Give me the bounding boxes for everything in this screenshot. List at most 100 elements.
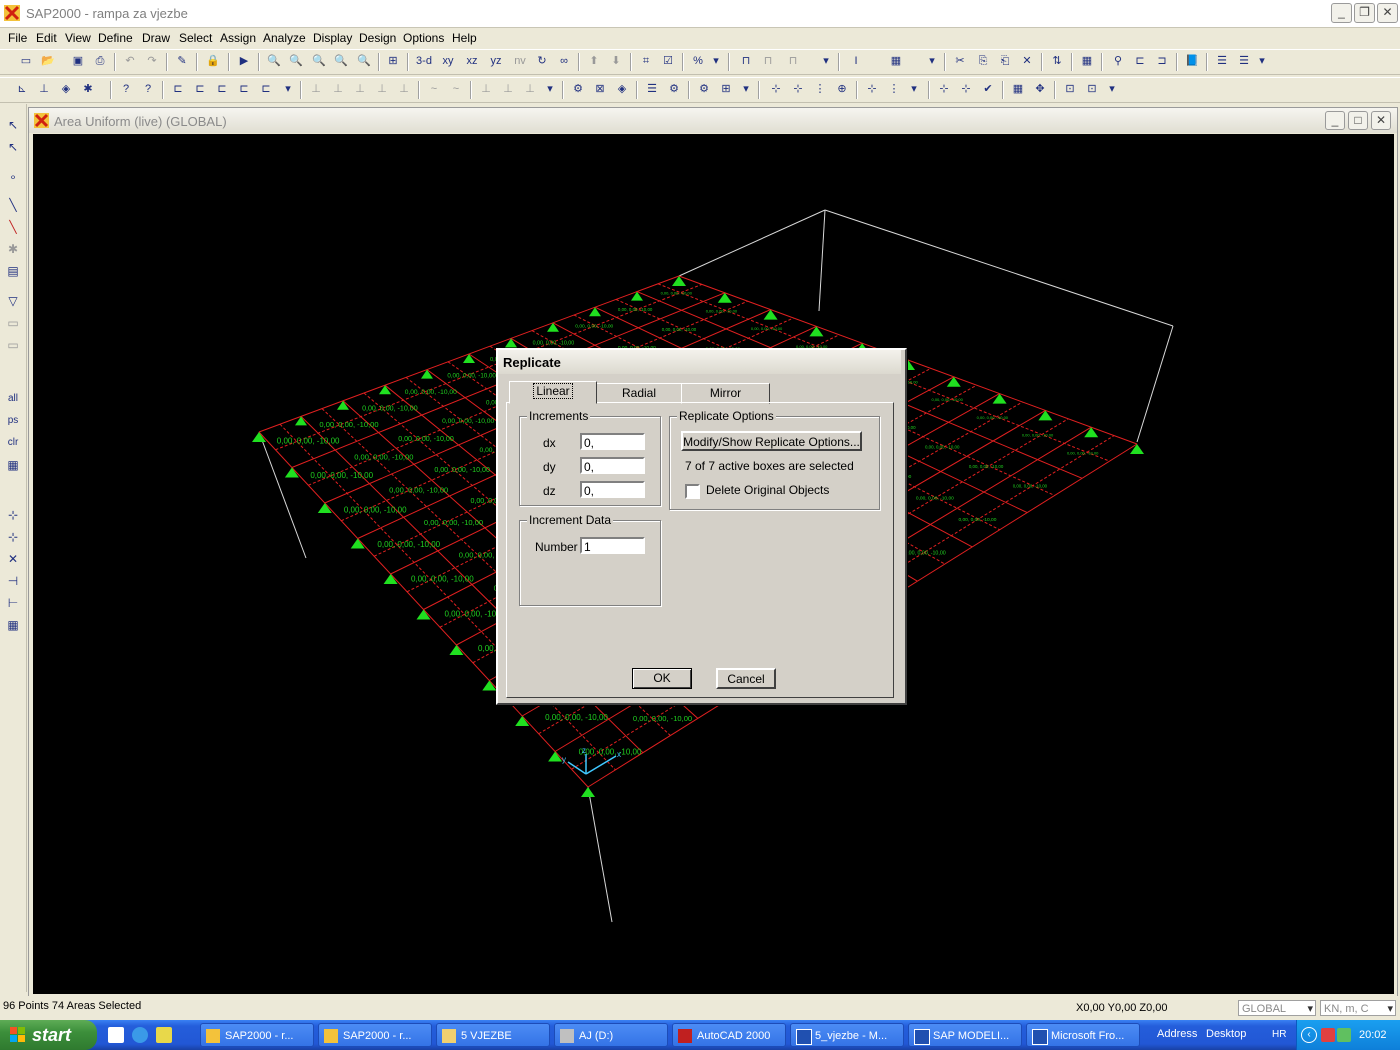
- bridge-icon[interactable]: ⊓: [785, 53, 801, 69]
- copy-icon[interactable]: ⎘: [975, 53, 991, 69]
- dropdown6-icon[interactable]: ▾: [542, 81, 558, 97]
- book-icon[interactable]: 📘: [1184, 53, 1200, 69]
- dropdown7-icon[interactable]: ▾: [738, 81, 754, 97]
- previous-select-button[interactable]: ps: [4, 412, 22, 430]
- select2-icon[interactable]: ⊡: [1084, 81, 1100, 97]
- delete-icon[interactable]: ✕: [1019, 53, 1035, 69]
- delete-original-checkbox[interactable]: [685, 484, 700, 499]
- dropdown3-icon[interactable]: ▾: [924, 53, 940, 69]
- cancel-button[interactable]: Cancel: [716, 668, 776, 689]
- open-icon[interactable]: 📂: [40, 53, 56, 69]
- output-icon[interactable]: ☰: [644, 81, 660, 97]
- beam3-icon[interactable]: ⊥: [352, 81, 368, 97]
- menu-view[interactable]: View: [65, 31, 91, 45]
- snap-end-icon[interactable]: ⊹: [4, 528, 22, 546]
- snap-intersect-icon[interactable]: ✕: [4, 550, 22, 568]
- print-icon[interactable]: ⎙: [92, 53, 108, 69]
- menu-options[interactable]: Options: [403, 31, 444, 45]
- draw-special-icon[interactable]: ✱: [4, 240, 22, 258]
- dz-input[interactable]: 0,: [580, 481, 645, 498]
- refresh-view-icon[interactable]: ⊞: [385, 53, 401, 69]
- plot-icon[interactable]: ⊾: [14, 81, 30, 97]
- lock-icon[interactable]: 🔒: [205, 53, 221, 69]
- task-sap2000-2[interactable]: SAP2000 - r...: [318, 1023, 432, 1047]
- task-frontpage[interactable]: Microsoft Fro...: [1026, 1023, 1140, 1047]
- undo-icon[interactable]: ↶: [122, 53, 138, 69]
- assign-icon[interactable]: ⇅: [1049, 53, 1065, 69]
- edit-pencil-icon[interactable]: ✎: [174, 53, 190, 69]
- task-5-vjezbe[interactable]: 5 VJEZBE: [436, 1023, 550, 1047]
- frame-assign-icon[interactable]: ⊏: [1132, 53, 1148, 69]
- beam-icon[interactable]: ⊥: [308, 81, 324, 97]
- view-nv-button[interactable]: nv: [512, 53, 528, 69]
- snap3-icon[interactable]: ✔: [980, 81, 996, 97]
- frame-icon[interactable]: ⊓: [738, 53, 754, 69]
- reshape-icon[interactable]: ↖: [4, 138, 22, 156]
- output4-icon[interactable]: ⊞: [718, 81, 734, 97]
- dropdown5-icon[interactable]: ▾: [280, 81, 296, 97]
- task-sap2000-1[interactable]: SAP2000 - r...: [200, 1023, 314, 1047]
- joint-icon[interactable]: ⚲: [1110, 53, 1126, 69]
- dy-input[interactable]: 0,: [580, 457, 645, 474]
- intersect-icon[interactable]: ▦: [4, 456, 22, 474]
- align2-icon[interactable]: ☰: [1236, 53, 1252, 69]
- redo-icon[interactable]: ↷: [144, 53, 160, 69]
- design-icon[interactable]: ⊏: [170, 81, 186, 97]
- quick-area-icon[interactable]: ▭: [4, 336, 22, 354]
- output3-icon[interactable]: ⚙: [696, 81, 712, 97]
- loads2-icon[interactable]: ⊠: [592, 81, 608, 97]
- paste-icon[interactable]: ⎗: [997, 53, 1013, 69]
- tab-linear[interactable]: Linear: [509, 381, 597, 404]
- view-3d-button[interactable]: 3-d: [414, 53, 434, 69]
- draw-frame-icon[interactable]: ╲: [4, 196, 22, 214]
- draw-section-icon[interactable]: ▤: [4, 262, 22, 280]
- grid2-icon[interactable]: ▦: [1010, 81, 1026, 97]
- draw-poly-area-icon[interactable]: ▽: [4, 292, 22, 310]
- move-icon[interactable]: ✥: [1032, 81, 1048, 97]
- zoom-previous-icon[interactable]: 🔍: [288, 53, 304, 69]
- display3-icon[interactable]: ⋮: [812, 81, 828, 97]
- snap-line-icon[interactable]: ⊢: [4, 594, 22, 612]
- tray-network-icon[interactable]: [1337, 1028, 1351, 1042]
- spring-icon[interactable]: ~: [426, 81, 442, 97]
- quick-frame-icon[interactable]: ╲: [4, 218, 22, 236]
- language-indicator[interactable]: HR: [1272, 1029, 1286, 1040]
- close-button[interactable]: ✕: [1377, 3, 1398, 23]
- section-i-icon[interactable]: I: [848, 53, 864, 69]
- menu-display[interactable]: Display: [313, 31, 352, 45]
- units-select[interactable]: KN, m, C ▾: [1320, 1000, 1396, 1016]
- snap-icon[interactable]: ⊹: [936, 81, 952, 97]
- view-yz-button[interactable]: yz: [488, 53, 504, 69]
- deformed-shape-icon[interactable]: ⊥: [36, 81, 52, 97]
- new-model-icon[interactable]: ▭: [18, 53, 34, 69]
- dx-input[interactable]: 0,: [580, 433, 645, 450]
- ie-icon[interactable]: [132, 1027, 148, 1043]
- zoom-window-icon[interactable]: 🔍: [266, 53, 282, 69]
- ok-button[interactable]: OK: [632, 668, 692, 689]
- dropdown2-icon[interactable]: ▾: [818, 53, 834, 69]
- dropdown-icon[interactable]: ▾: [708, 53, 724, 69]
- snap-grid-icon[interactable]: ▦: [4, 616, 22, 634]
- layers-icon[interactable]: ◈: [58, 81, 74, 97]
- view-maximize-button[interactable]: □: [1348, 111, 1368, 130]
- clear-select-button[interactable]: clr: [4, 434, 22, 452]
- snap2-icon[interactable]: ⊹: [958, 81, 974, 97]
- draw-joint-icon[interactable]: ∘: [4, 168, 22, 186]
- move-down-icon[interactable]: ⬇: [608, 53, 624, 69]
- coord-system-select[interactable]: GLOBAL ▾: [1238, 1000, 1316, 1016]
- rotate-view-icon[interactable]: ↻: [534, 53, 550, 69]
- cut-icon[interactable]: ✂: [952, 53, 968, 69]
- perspective-icon[interactable]: ∞: [556, 53, 572, 69]
- select-all-button[interactable]: all: [4, 390, 22, 408]
- spring2-icon[interactable]: ~: [448, 81, 464, 97]
- load3-icon[interactable]: ⊥: [522, 81, 538, 97]
- load-icon[interactable]: ⊥: [478, 81, 494, 97]
- pan-icon[interactable]: 🔍: [356, 53, 372, 69]
- design3-icon[interactable]: ⊏: [214, 81, 230, 97]
- help-query2-icon[interactable]: ?: [140, 81, 156, 97]
- tab-mirror[interactable]: Mirror: [681, 383, 770, 404]
- loads3-icon[interactable]: ◈: [614, 81, 630, 97]
- dropdown8-icon[interactable]: ▾: [906, 81, 922, 97]
- desktop-toolbar[interactable]: Desktop: [1206, 1028, 1246, 1040]
- display5-icon[interactable]: ⊹: [864, 81, 880, 97]
